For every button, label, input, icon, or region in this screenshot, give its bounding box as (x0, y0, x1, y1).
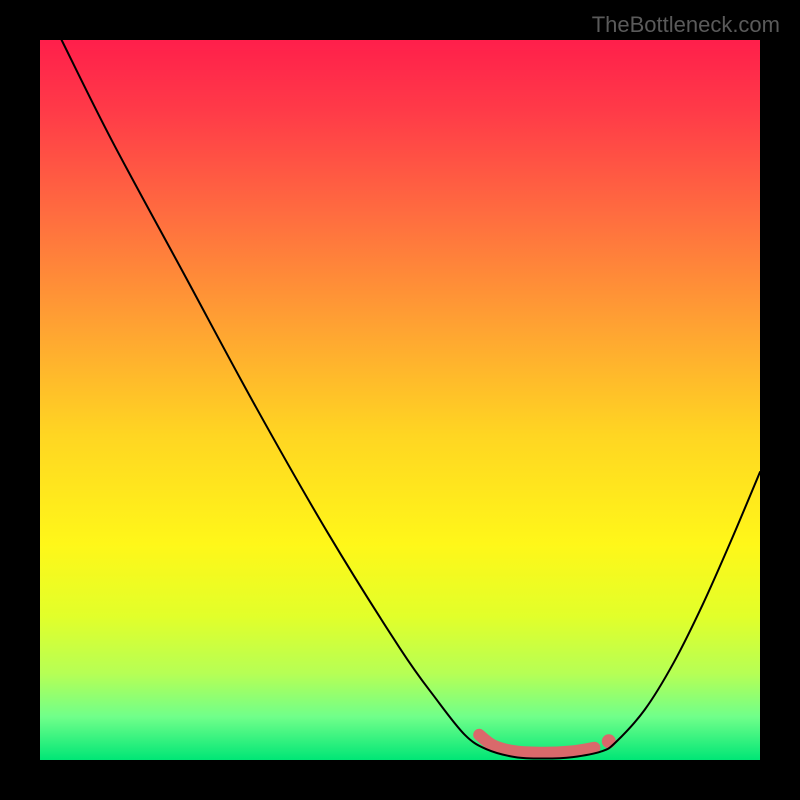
watermark-text: TheBottleneck.com (592, 12, 780, 38)
chart-container: TheBottleneck.com (0, 0, 800, 800)
chart-svg (40, 40, 760, 760)
gradient-background (40, 40, 760, 760)
plot-area (40, 40, 760, 760)
